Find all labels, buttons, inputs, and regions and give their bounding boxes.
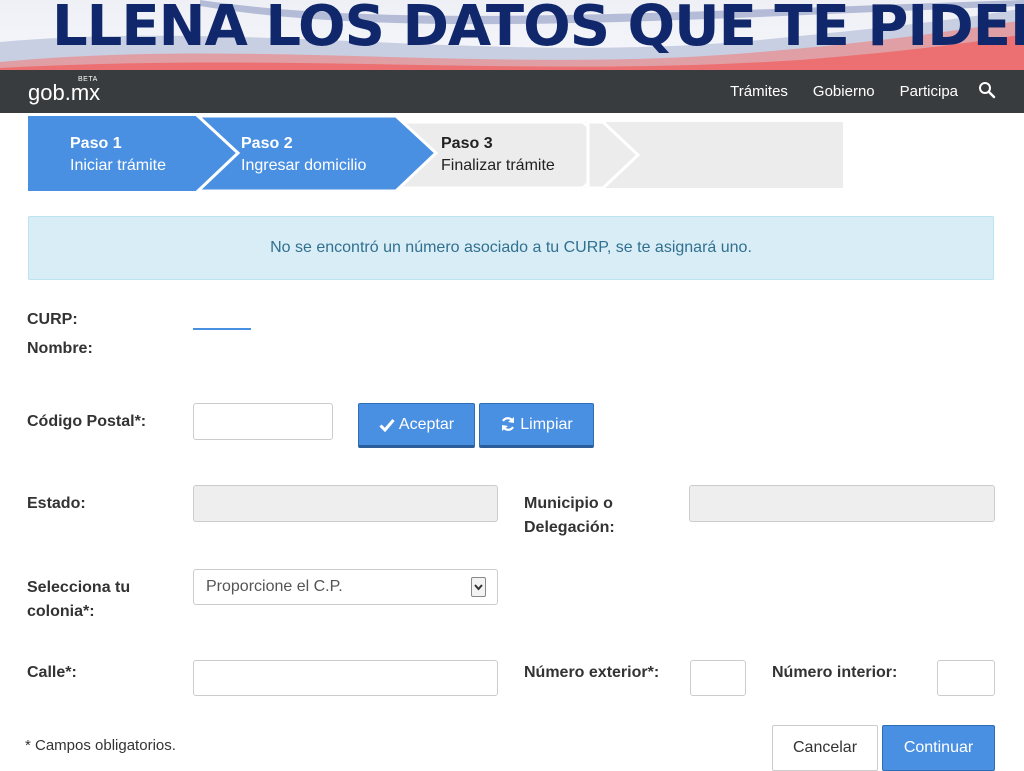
beta-badge: BETA (78, 76, 98, 83)
exterior-number-input[interactable] (690, 660, 746, 696)
interior-number-input[interactable] (937, 660, 995, 696)
clear-button[interactable]: Limpiar (479, 403, 594, 448)
municipality-field (689, 485, 995, 522)
step-1-label: Iniciar trámite (70, 157, 167, 174)
accept-button-label: Aceptar (398, 416, 455, 433)
chevron-down-icon[interactable] (471, 577, 486, 597)
continue-button[interactable]: Continuar (882, 725, 995, 771)
required-mark: * (83, 603, 90, 620)
top-navbar: gob.mx BETA Trámites Gobierno Participa (0, 70, 1024, 113)
municipality-label-line1: Municipio o (524, 495, 613, 512)
search-icon[interactable] (978, 81, 996, 99)
slide-title: LLENA LOS DATOS QUE TE PIDEN (52, 0, 1024, 59)
nav-link-participa[interactable]: Participa (900, 83, 958, 100)
curp-label: CURP: (27, 311, 78, 328)
street-input[interactable] (193, 660, 498, 696)
step-3-label: Finalizar trámite (441, 157, 555, 174)
state-field (193, 485, 498, 522)
check-icon (379, 419, 395, 433)
curp-value-underline (193, 328, 251, 330)
logo-text: gob.mx (28, 80, 101, 105)
postal-code-label-text: Código Postal (27, 413, 135, 430)
required-fields-note: * Campos obligatorios. (25, 737, 176, 754)
cancel-button[interactable]: Cancelar (772, 725, 878, 771)
refresh-icon (502, 417, 515, 431)
info-alert: No se encontró un número asociado a tu C… (28, 216, 994, 280)
colonia-label-line1: Selecciona tu (27, 579, 131, 596)
nav-link-gobierno[interactable]: Gobierno (813, 83, 875, 100)
street-label: Calle*: (27, 664, 77, 681)
exterior-number-label-text: Número exterior (524, 664, 648, 681)
progress-steps: Paso 1 Iniciar trámite Paso 2 Ingresar d… (28, 116, 843, 191)
step-2-label: Ingresar domicilio (241, 157, 367, 174)
exterior-number-label: Número exterior*: (524, 664, 660, 681)
clear-button-label: Limpiar (520, 416, 573, 433)
step-1-number: Paso 1 (70, 135, 122, 152)
colonia-select[interactable]: Proporcione el C.P. (193, 569, 498, 605)
nav-links: Trámites Gobierno Participa (730, 83, 958, 100)
step-2-number: Paso 2 (241, 135, 293, 152)
step-1[interactable]: Paso 1 Iniciar trámite (70, 133, 166, 177)
colonia-label-line2: colonia*: (27, 603, 95, 620)
step-2[interactable]: Paso 2 Ingresar domicilio (241, 133, 366, 177)
slide-banner: LLENA LOS DATOS QUE TE PIDEN (0, 0, 1024, 70)
interior-number-label: Número interior: (772, 664, 898, 681)
municipality-label-line2: Delegación: (524, 519, 615, 536)
street-label-text: Calle (27, 664, 66, 681)
postal-code-input[interactable] (193, 403, 333, 440)
nav-link-tramites[interactable]: Trámites (730, 83, 788, 100)
step-3[interactable]: Paso 3 Finalizar trámite (441, 133, 555, 177)
postal-code-label: Código Postal*: (27, 413, 147, 430)
colonia-label-text: colonia (27, 603, 84, 620)
step-3-number: Paso 3 (441, 135, 493, 152)
state-label: Estado: (27, 495, 86, 512)
required-mark: * (65, 664, 72, 681)
accept-button[interactable]: Aceptar (358, 403, 475, 448)
colonia-select-value: Proporcione el C.P. (206, 578, 343, 595)
required-mark: * (134, 413, 141, 430)
nombre-label: Nombre: (27, 340, 93, 357)
required-mark: * (647, 664, 654, 681)
gobmx-logo[interactable]: gob.mx BETA (28, 76, 101, 106)
